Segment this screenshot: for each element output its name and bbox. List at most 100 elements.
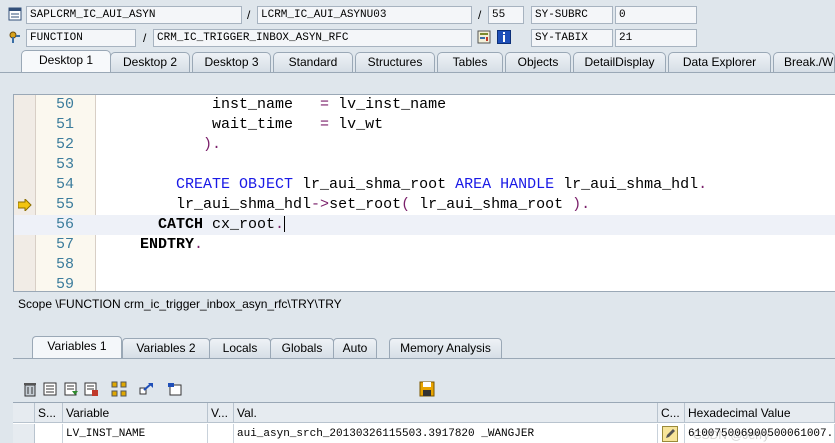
tab-tables[interactable]: Tables [437,52,503,72]
load-icon[interactable] [63,381,79,397]
code-token: CATCH [104,216,213,233]
code-token: set_root [329,196,402,213]
column-header-value[interactable]: Val. [234,403,658,423]
code-token: -> [311,196,330,213]
column-header-variable[interactable]: Variable [63,403,208,423]
code-line[interactable]: 55 lr_aui_shma_hdl->set_root( lr_aui_shm… [14,195,835,215]
code-token: lr_aui_shma_root [419,196,573,213]
system-variable-name[interactable]: SY-TABIX [531,29,613,47]
column-header-status[interactable]: S... [35,403,63,423]
cell-value[interactable]: aui_asyn_srch_20130326115503.3917820 _WA… [234,424,658,443]
code-line[interactable]: 56 CATCH cx_root. [14,215,835,235]
cell-variable[interactable]: LV_INST_NAME [63,424,208,443]
watchpoint-icon[interactable] [477,30,491,44]
debugger-info-row-1: SAPLCRM_IC_AUI_ASYN / LCRM_IC_AUI_ASYNU0… [0,3,835,25]
code-text: ). [104,135,221,155]
row-selector[interactable] [13,424,35,443]
tab-detail-display[interactable]: DetailDisplay [573,52,666,72]
line-number: 51 [55,116,74,133]
new-tool-icon[interactable] [167,381,183,397]
tab-desktop-1[interactable]: Desktop 1 [21,50,111,72]
code-line[interactable]: 57 ENDTRY. [14,235,835,255]
tab-objects[interactable]: Objects [505,52,571,72]
tab-breakpoints-watchpoints[interactable]: Break./W [773,52,835,72]
tab-desktop-3[interactable]: Desktop 3 [192,52,271,72]
text-cursor [284,216,286,233]
variables-panel: Variables 1 Variables 2 Locals Globals A… [13,322,835,443]
code-line[interactable]: 50 inst_name = lv_inst_name [14,95,835,115]
code-text: wait_time = lv_wt [104,115,383,135]
cell-status [35,424,63,443]
code-token: inst_name [104,96,321,113]
code-token: lv_inst_name [338,96,447,113]
code-token: ENDTRY [104,236,195,253]
tab-locals[interactable]: Locals [209,338,271,358]
code-text: inst_name = lv_inst_name [104,95,446,115]
function-icon [9,31,20,43]
system-variable-value[interactable]: 0 [615,6,697,24]
code-line[interactable]: 59 [14,275,835,292]
code-text: CATCH cx_root. [104,215,286,235]
line-number: 58 [55,256,74,273]
variables-toolbar [13,378,835,400]
system-variable-value[interactable]: 21 [615,29,697,47]
include-field[interactable]: LCRM_IC_AUI_ASYNU03 [257,6,472,24]
delete-all-icon[interactable] [42,381,58,397]
separator: / [143,31,147,45]
code-token: . [275,216,285,233]
code-line[interactable]: 52 ). [14,135,835,155]
info-icon[interactable] [497,30,511,44]
delete-icon[interactable] [22,381,38,397]
tab-content-border [0,72,835,73]
separator: / [247,8,251,22]
code-line[interactable]: 54 CREATE OBJECT lr_aui_shma_root AREA H… [14,175,835,195]
code-token: lr_aui_shma_root [302,176,456,193]
column-header-v[interactable]: V... [208,403,234,423]
tab-globals[interactable]: Globals [270,338,334,358]
code-token: cx_root [212,216,276,233]
save-icon[interactable] [419,381,435,397]
lower-tab-border [13,358,835,359]
code-line[interactable]: 51 wait_time = lv_wt [14,115,835,135]
object-kind-field[interactable]: FUNCTION [26,29,136,47]
line-number: 50 [55,96,74,113]
tab-variables-1[interactable]: Variables 1 [32,336,122,358]
document-icon [8,7,22,21]
hierarchy-icon[interactable] [111,381,127,397]
code-token: ( [401,196,420,213]
line-number: 57 [55,236,74,253]
save-layout-icon[interactable] [83,381,99,397]
edit-pencil-icon[interactable] [662,426,678,442]
code-token: wait_time [104,116,321,133]
column-header-row-select[interactable] [13,403,35,423]
code-token: = [320,116,339,133]
line-number: 56 [55,216,74,233]
tab-variables-2[interactable]: Variables 2 [122,338,210,358]
column-header-change[interactable]: C... [658,403,685,423]
code-line[interactable]: 58 [14,255,835,275]
code-token: . [698,176,708,193]
program-field[interactable]: SAPLCRM_IC_AUI_ASYN [26,6,242,24]
code-token: AREA HANDLE [455,176,564,193]
line-number: 54 [55,176,74,193]
tab-structures[interactable]: Structures [355,52,435,72]
source-code-editor[interactable]: 50 inst_name = lv_inst_name 51 wait_time … [13,94,835,292]
line-number: 59 [55,276,74,292]
code-line[interactable]: 53 [14,155,835,175]
column-header-hex-value[interactable]: Hexadecimal Value [685,403,835,423]
tab-data-explorer[interactable]: Data Explorer [668,52,771,72]
debugger-info-row-2: FUNCTION / CRM_IC_TRIGGER_INBOX_ASYN_RFC… [0,26,835,48]
line-number: 52 [55,136,74,153]
tab-desktop-2[interactable]: Desktop 2 [110,52,190,72]
function-name-field[interactable]: CRM_IC_TRIGGER_INBOX_ASYN_RFC [153,29,472,47]
line-number-field[interactable]: 55 [488,6,524,24]
cell-change[interactable] [658,424,685,443]
system-variable-name[interactable]: SY-SUBRC [531,6,613,24]
code-token: lv_wt [338,116,384,133]
tab-standard[interactable]: Standard [273,52,353,72]
code-token: lr_aui_shma_hdl [104,196,312,213]
execution-pointer-icon [18,199,32,211]
navigate-icon[interactable] [139,381,155,397]
tab-memory-analysis[interactable]: Memory Analysis [389,338,502,358]
tab-auto[interactable]: Auto [333,338,377,358]
